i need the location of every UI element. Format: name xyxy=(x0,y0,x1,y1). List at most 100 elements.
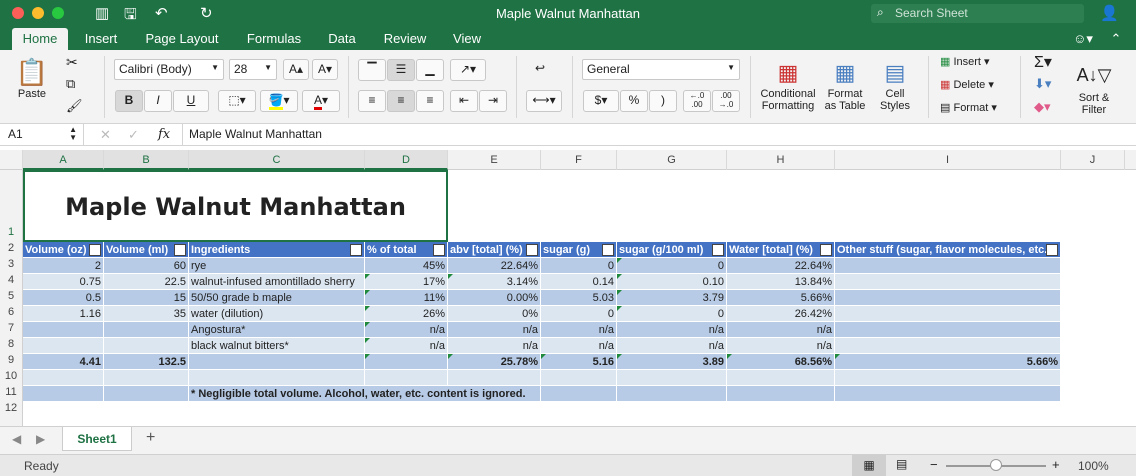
table-cell[interactable]: 0.10 xyxy=(617,274,727,290)
table-cell[interactable]: 3.14% xyxy=(448,274,541,290)
table-cell[interactable]: water (dilution) xyxy=(189,306,365,322)
number-format-dropdown[interactable]: General ▼ xyxy=(582,59,740,80)
table-cell[interactable] xyxy=(23,338,104,354)
row-header-9[interactable]: 9 xyxy=(0,354,22,370)
table-header-cell[interactable]: Ingredients ▼ xyxy=(189,242,365,258)
table-cell[interactable] xyxy=(23,322,104,338)
table-cell[interactable]: 5.66% xyxy=(835,354,1061,370)
table-header-cell[interactable]: Volume (ml) ▼ xyxy=(104,242,189,258)
row-header-10[interactable]: 10 xyxy=(0,370,22,386)
table-cell[interactable]: n/a xyxy=(727,338,835,354)
table-cell[interactable] xyxy=(189,370,365,386)
table-cell[interactable]: 11% xyxy=(365,290,448,306)
row-header-7[interactable]: 7 xyxy=(0,322,22,338)
filter-dropdown-icon[interactable]: ▼ xyxy=(433,244,445,256)
increase-indent-button[interactable]: ⇥ xyxy=(479,90,507,112)
row-header-4[interactable]: 4 xyxy=(0,274,22,290)
table-cell[interactable]: 1.16 xyxy=(23,306,104,322)
table-cell[interactable] xyxy=(104,370,189,386)
add-sheet-button[interactable]: + xyxy=(146,429,155,447)
table-cell[interactable]: n/a xyxy=(617,322,727,338)
table-cell[interactable]: 0 xyxy=(617,306,727,322)
filter-dropdown-icon[interactable]: ▼ xyxy=(602,244,614,256)
scroll-right-icon[interactable]: ▶ xyxy=(36,432,45,446)
table-cell[interactable]: 2 xyxy=(23,258,104,274)
table-cell[interactable]: n/a xyxy=(365,338,448,354)
table-cell[interactable]: 25.78% xyxy=(448,354,541,370)
row-header-1[interactable]: 1 xyxy=(0,226,22,242)
decrease-indent-button[interactable]: ⇤ xyxy=(450,90,478,112)
tab-page-layout[interactable]: Page Layout xyxy=(138,28,226,50)
table-cell[interactable]: 5.16 xyxy=(541,354,617,370)
row-header-11[interactable]: 11 xyxy=(0,386,22,402)
footnote-cell[interactable]: * Negligible total volume. Alcohol, wate… xyxy=(189,386,541,402)
table-cell[interactable] xyxy=(727,386,835,402)
sheet-tab-sheet1[interactable]: Sheet1 xyxy=(62,427,132,451)
table-cell[interactable] xyxy=(541,386,617,402)
filter-dropdown-icon[interactable]: ▼ xyxy=(89,244,101,256)
paste-button[interactable]: 📋 Paste xyxy=(12,56,52,112)
enter-icon[interactable]: ✓ xyxy=(128,127,139,143)
clear-icon[interactable]: ◆▾ xyxy=(1034,99,1051,115)
decrease-font-size-button[interactable]: A▾ xyxy=(312,59,338,80)
table-cell[interactable] xyxy=(835,370,1061,386)
table-cell[interactable] xyxy=(835,306,1061,322)
table-cell[interactable] xyxy=(835,386,1061,402)
table-header-cell[interactable]: sugar (g/100 ml) ▼ xyxy=(617,242,727,258)
table-cell[interactable]: n/a xyxy=(617,338,727,354)
table-cell[interactable] xyxy=(617,370,727,386)
column-header-a[interactable]: A xyxy=(23,150,104,170)
sort-filter-button[interactable]: A↓▽ Sort & Filter xyxy=(1068,58,1120,116)
table-cell[interactable] xyxy=(104,386,189,402)
bold-button[interactable]: B xyxy=(115,90,143,112)
row-header-3[interactable]: 3 xyxy=(0,258,22,274)
tab-insert[interactable]: Insert xyxy=(78,28,124,50)
align-bottom-button[interactable]: ▁ xyxy=(416,59,444,81)
table-cell[interactable]: 22.5 xyxy=(104,274,189,290)
zoom-out-button[interactable]: − xyxy=(930,457,938,472)
table-cell[interactable]: 26% xyxy=(365,306,448,322)
smiley-feedback-icon[interactable]: ☺▾ xyxy=(1068,28,1098,50)
underline-button[interactable]: U xyxy=(173,90,209,112)
table-cell[interactable] xyxy=(189,354,365,370)
currency-button[interactable]: $▾ xyxy=(583,90,619,112)
table-cell[interactable]: 5.03 xyxy=(541,290,617,306)
table-cell[interactable] xyxy=(23,370,104,386)
table-cell[interactable]: 26.42% xyxy=(727,306,835,322)
table-cell[interactable]: 4.41 xyxy=(23,354,104,370)
row-header-8[interactable]: 8 xyxy=(0,338,22,354)
collapse-ribbon-icon[interactable]: ⌃ xyxy=(1106,28,1126,50)
format-as-table-button[interactable]: ▦ Format as Table xyxy=(822,58,868,112)
filter-dropdown-icon[interactable]: ▼ xyxy=(712,244,724,256)
table-cell[interactable] xyxy=(835,274,1061,290)
table-header-cell[interactable]: Water [total] (%) ▼ xyxy=(727,242,835,258)
align-left-button[interactable]: ≡ xyxy=(358,90,386,112)
conditional-formatting-button[interactable]: ▦ Conditional Formatting xyxy=(756,58,820,112)
page-layout-view-icon[interactable]: ▤ xyxy=(896,457,907,471)
name-box[interactable]: A1 ▲ ▼ xyxy=(0,124,84,146)
table-cell[interactable]: n/a xyxy=(541,338,617,354)
copy-icon[interactable]: ⧉ xyxy=(66,76,75,92)
fill-icon[interactable]: ⬇▾ xyxy=(1034,76,1051,92)
table-cell[interactable]: 17% xyxy=(365,274,448,290)
italic-button[interactable]: I xyxy=(144,90,172,112)
percent-button[interactable]: % xyxy=(620,90,648,112)
table-header-cell[interactable]: Other stuff (sugar, flavor molecules, et… xyxy=(835,242,1061,258)
table-cell[interactable]: 0.00% xyxy=(448,290,541,306)
format-painter-icon[interactable]: 🖌 xyxy=(66,98,83,114)
table-cell[interactable]: 15 xyxy=(104,290,189,306)
column-header-f[interactable]: F xyxy=(541,150,617,170)
font-name-dropdown[interactable]: Calibri (Body) ▼ xyxy=(114,59,224,80)
merge-center-button[interactable]: ⟷▾ xyxy=(526,90,562,112)
table-cell[interactable] xyxy=(365,354,448,370)
table-cell[interactable]: n/a xyxy=(448,338,541,354)
scroll-left-icon[interactable]: ◀ xyxy=(12,432,21,446)
align-middle-button[interactable]: ☰ xyxy=(387,59,415,81)
tab-formulas[interactable]: Formulas xyxy=(240,28,308,50)
align-right-button[interactable]: ≡ xyxy=(416,90,444,112)
table-cell[interactable] xyxy=(448,370,541,386)
font-color-button[interactable]: A▾ xyxy=(302,90,340,112)
table-cell[interactable] xyxy=(835,338,1061,354)
table-cell[interactable]: 13.84% xyxy=(727,274,835,290)
table-cell[interactable] xyxy=(617,386,727,402)
